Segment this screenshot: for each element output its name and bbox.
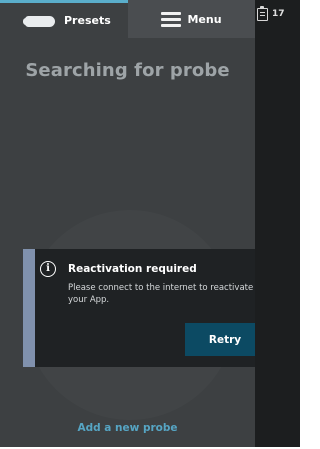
page-title: Searching for probe	[25, 60, 230, 81]
add-new-probe-link[interactable]: Add a new probe	[0, 422, 255, 434]
probe-icon	[23, 15, 57, 27]
app-screen: Presets Menu Searching for probe i React…	[0, 0, 255, 447]
clipboard-icon	[257, 5, 268, 21]
menu-tab[interactable]: Menu	[128, 0, 255, 38]
reactivation-dialog: i Reactivation required Please connect t…	[23, 249, 255, 367]
retry-button[interactable]: Retry	[185, 323, 255, 356]
top-bar: Presets Menu	[0, 0, 255, 38]
presets-label: Presets	[64, 14, 111, 27]
menu-label: Menu	[187, 12, 222, 26]
clipboard-count: 17	[272, 9, 285, 19]
clipboard-badge-button[interactable]: 17	[257, 4, 297, 24]
side-panel	[255, 0, 300, 447]
dialog-title: Reactivation required	[68, 263, 197, 275]
dialog-message: Please connect to the internet to reacti…	[68, 283, 254, 305]
hamburger-icon	[161, 11, 182, 27]
presets-tab[interactable]: Presets	[0, 0, 128, 38]
info-icon: i	[40, 261, 56, 277]
